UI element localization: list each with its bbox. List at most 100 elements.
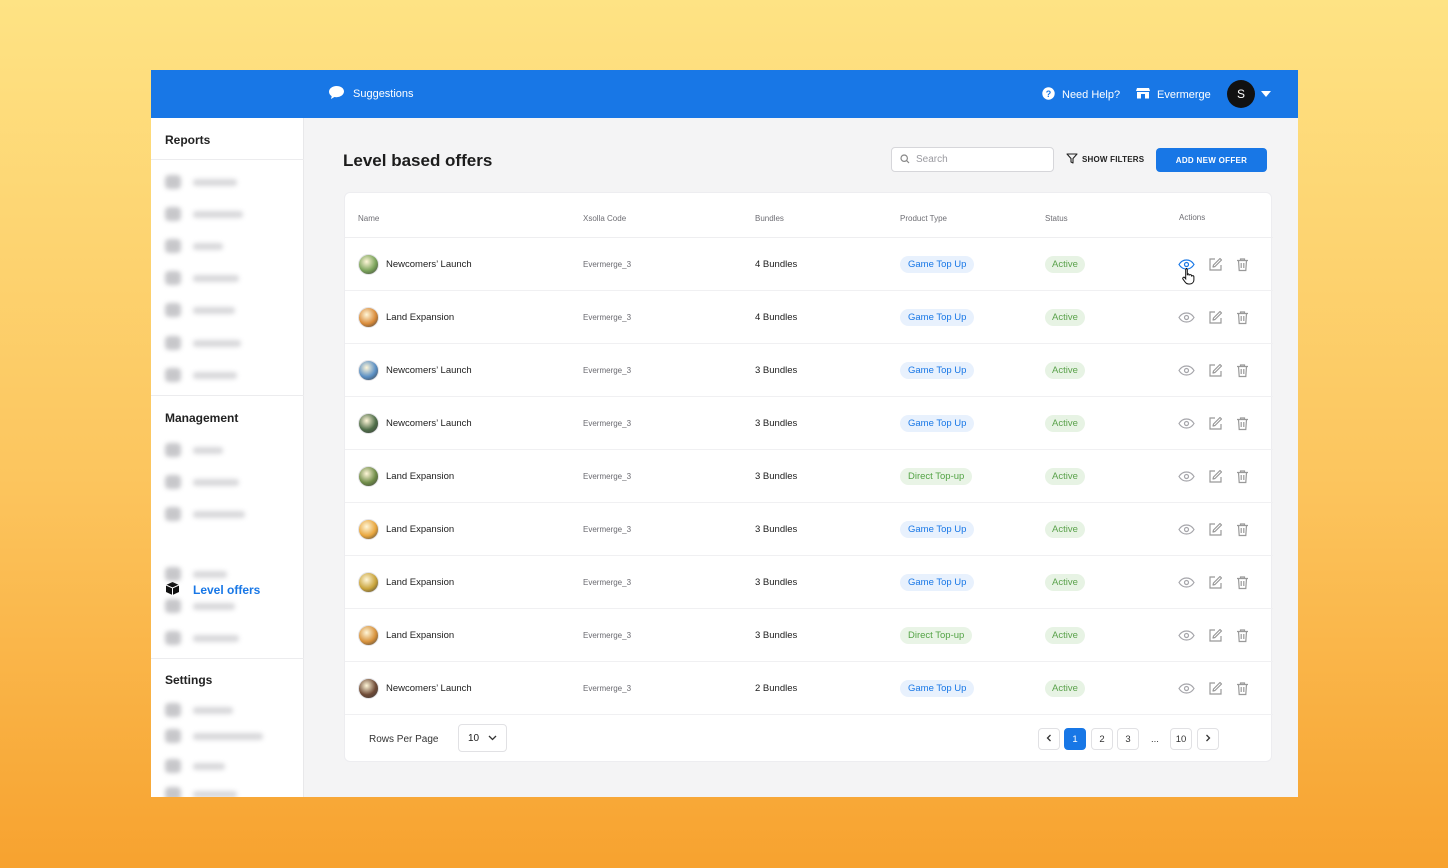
page-button-1[interactable]: 1	[1064, 728, 1086, 750]
view-eye-icon[interactable]	[1178, 683, 1195, 694]
table-row[interactable]: Newcomers’ Launch Evermerge_3 3 Bundles Gam…	[345, 397, 1273, 450]
table-row[interactable]: Land Expansion Evermerge_3 4 Bundles Game T…	[345, 291, 1273, 344]
view-eye-icon[interactable]	[1178, 524, 1195, 535]
show-filters-button[interactable]: SHOW FILTERS	[1066, 153, 1144, 166]
search-box[interactable]	[891, 147, 1054, 172]
actions-cell	[1178, 450, 1249, 503]
status-badge: Active	[1045, 680, 1085, 697]
rows-per-page-select[interactable]: 10	[458, 724, 507, 752]
edit-pencil-icon[interactable]	[1208, 257, 1223, 272]
view-eye-icon[interactable]	[1178, 418, 1195, 429]
suggestions-link[interactable]: Suggestions	[328, 85, 414, 103]
status-cell: Active	[1045, 291, 1085, 344]
divider	[151, 658, 304, 659]
offer-name: Land Expansion	[386, 524, 455, 535]
delete-trash-icon[interactable]	[1236, 522, 1249, 537]
next-page-button[interactable]	[1197, 728, 1219, 750]
edit-pencil-icon[interactable]	[1208, 681, 1223, 696]
delete-trash-icon[interactable]	[1236, 257, 1249, 272]
view-eye-icon[interactable]	[1178, 471, 1195, 482]
prev-page-button[interactable]	[1038, 728, 1060, 750]
table-row[interactable]: Land Expansion Evermerge_3 3 Bundles Game T…	[345, 556, 1273, 609]
status-badge: Active	[1045, 574, 1085, 591]
bundles-count: 4 Bundles	[755, 259, 798, 270]
xsolla-code: Evermerge_3	[583, 419, 632, 428]
delete-trash-icon[interactable]	[1236, 363, 1249, 378]
caret-down-icon[interactable]	[1261, 91, 1271, 97]
sidebar-item-blurred[interactable]	[165, 443, 223, 457]
table-row[interactable]: Land Expansion Evermerge_3 3 Bundles Direct…	[345, 609, 1273, 662]
delete-trash-icon[interactable]	[1236, 628, 1249, 643]
sidebar-item-blurred[interactable]	[165, 703, 233, 717]
sidebar-item-blurred[interactable]	[165, 207, 243, 221]
bundles-count: 3 Bundles	[755, 365, 798, 376]
settings-section-title: Settings	[165, 673, 213, 687]
delete-trash-icon[interactable]	[1236, 469, 1249, 484]
edit-pencil-icon[interactable]	[1208, 469, 1223, 484]
view-eye-icon[interactable]	[1178, 630, 1195, 641]
avatar[interactable]: S	[1227, 80, 1255, 108]
table-row[interactable]: Newcomers’ Launch Evermerge_3 2 Bundles Gam…	[345, 662, 1273, 715]
view-eye-icon[interactable]	[1178, 577, 1195, 588]
divider	[151, 159, 304, 160]
sidebar-item-blurred[interactable]	[165, 787, 237, 797]
sidebar-item-blurred[interactable]	[165, 759, 225, 773]
search-input[interactable]	[916, 154, 1046, 165]
sidebar-item-blurred[interactable]	[165, 336, 241, 350]
edit-pencil-icon[interactable]	[1208, 363, 1223, 378]
edit-pencil-icon[interactable]	[1208, 628, 1223, 643]
sidebar-item-level-offers[interactable]: Level offers	[165, 581, 260, 599]
product-type-badge: Game Top Up	[900, 680, 975, 697]
edit-pencil-icon[interactable]	[1208, 416, 1223, 431]
sidebar-item-blurred[interactable]	[165, 475, 239, 489]
add-new-offer-button[interactable]: ADD NEW OFFER	[1156, 148, 1267, 172]
table-row[interactable]: Land Expansion Evermerge_3 3 Bundles Direct…	[345, 450, 1273, 503]
store-switcher[interactable]: Evermerge	[1136, 87, 1211, 102]
sidebar-item-blurred[interactable]	[165, 239, 223, 253]
table-row[interactable]: Land Expansion Evermerge_3 3 Bundles Game T…	[345, 503, 1273, 556]
offer-thumbnail	[358, 307, 379, 328]
actions-cell	[1178, 344, 1249, 397]
product-type-cell: Direct Top-up	[900, 450, 973, 503]
product-type-cell: Game Top Up	[900, 291, 975, 344]
status-badge: Active	[1045, 415, 1085, 432]
edit-pencil-icon[interactable]	[1208, 310, 1223, 325]
actions-cell	[1178, 609, 1249, 662]
column-header-product-type: Product Type	[900, 214, 947, 223]
column-header-actions: Actions	[1179, 213, 1206, 222]
table-footer: Rows Per Page 10 1 2 3 ... 10	[345, 715, 1273, 763]
table-row[interactable]: Newcomers’ Launch Evermerge_3 3 Bundles Gam…	[345, 344, 1273, 397]
delete-trash-icon[interactable]	[1236, 416, 1249, 431]
sidebar-item-blurred[interactable]	[165, 599, 235, 613]
delete-trash-icon[interactable]	[1236, 681, 1249, 696]
column-header-name: Name	[358, 214, 380, 223]
sidebar-item-blurred[interactable]	[165, 631, 239, 645]
status-cell: Active	[1045, 556, 1085, 609]
offer-name: Land Expansion	[386, 630, 455, 641]
sidebar-item-blurred[interactable]	[165, 271, 239, 285]
bundles-count: 3 Bundles	[755, 418, 798, 429]
delete-trash-icon[interactable]	[1236, 575, 1249, 590]
sidebar-item-blurred[interactable]	[165, 729, 263, 743]
product-type-badge: Game Top Up	[900, 574, 975, 591]
sidebar-item-blurred[interactable]	[165, 507, 245, 521]
sidebar-item-label: Level offers	[193, 583, 261, 597]
sidebar-item-blurred[interactable]	[165, 368, 237, 382]
page-button-2[interactable]: 2	[1091, 728, 1113, 750]
page-button-10[interactable]: 10	[1170, 728, 1192, 750]
sidebar-item-blurred[interactable]	[165, 567, 227, 581]
sidebar-item-blurred[interactable]	[165, 303, 235, 317]
need-help-link[interactable]: ? Need Help?	[1042, 87, 1120, 103]
offer-name-cell: Land Expansion	[358, 609, 454, 662]
product-type-cell: Game Top Up	[900, 344, 975, 397]
page-button-3[interactable]: 3	[1117, 728, 1139, 750]
edit-pencil-icon[interactable]	[1208, 522, 1223, 537]
sidebar-item-blurred[interactable]	[165, 175, 237, 189]
table-row[interactable]: Newcomers’ Launch Evermerge_3 4 Bundles Gam…	[345, 238, 1273, 291]
offer-thumbnail	[358, 466, 379, 487]
view-eye-icon[interactable]	[1178, 312, 1195, 323]
view-eye-icon[interactable]	[1178, 365, 1195, 376]
edit-pencil-icon[interactable]	[1208, 575, 1223, 590]
delete-trash-icon[interactable]	[1236, 310, 1249, 325]
offers-table-card: Name Xsolla Code Bundles Product Type St…	[344, 192, 1273, 763]
